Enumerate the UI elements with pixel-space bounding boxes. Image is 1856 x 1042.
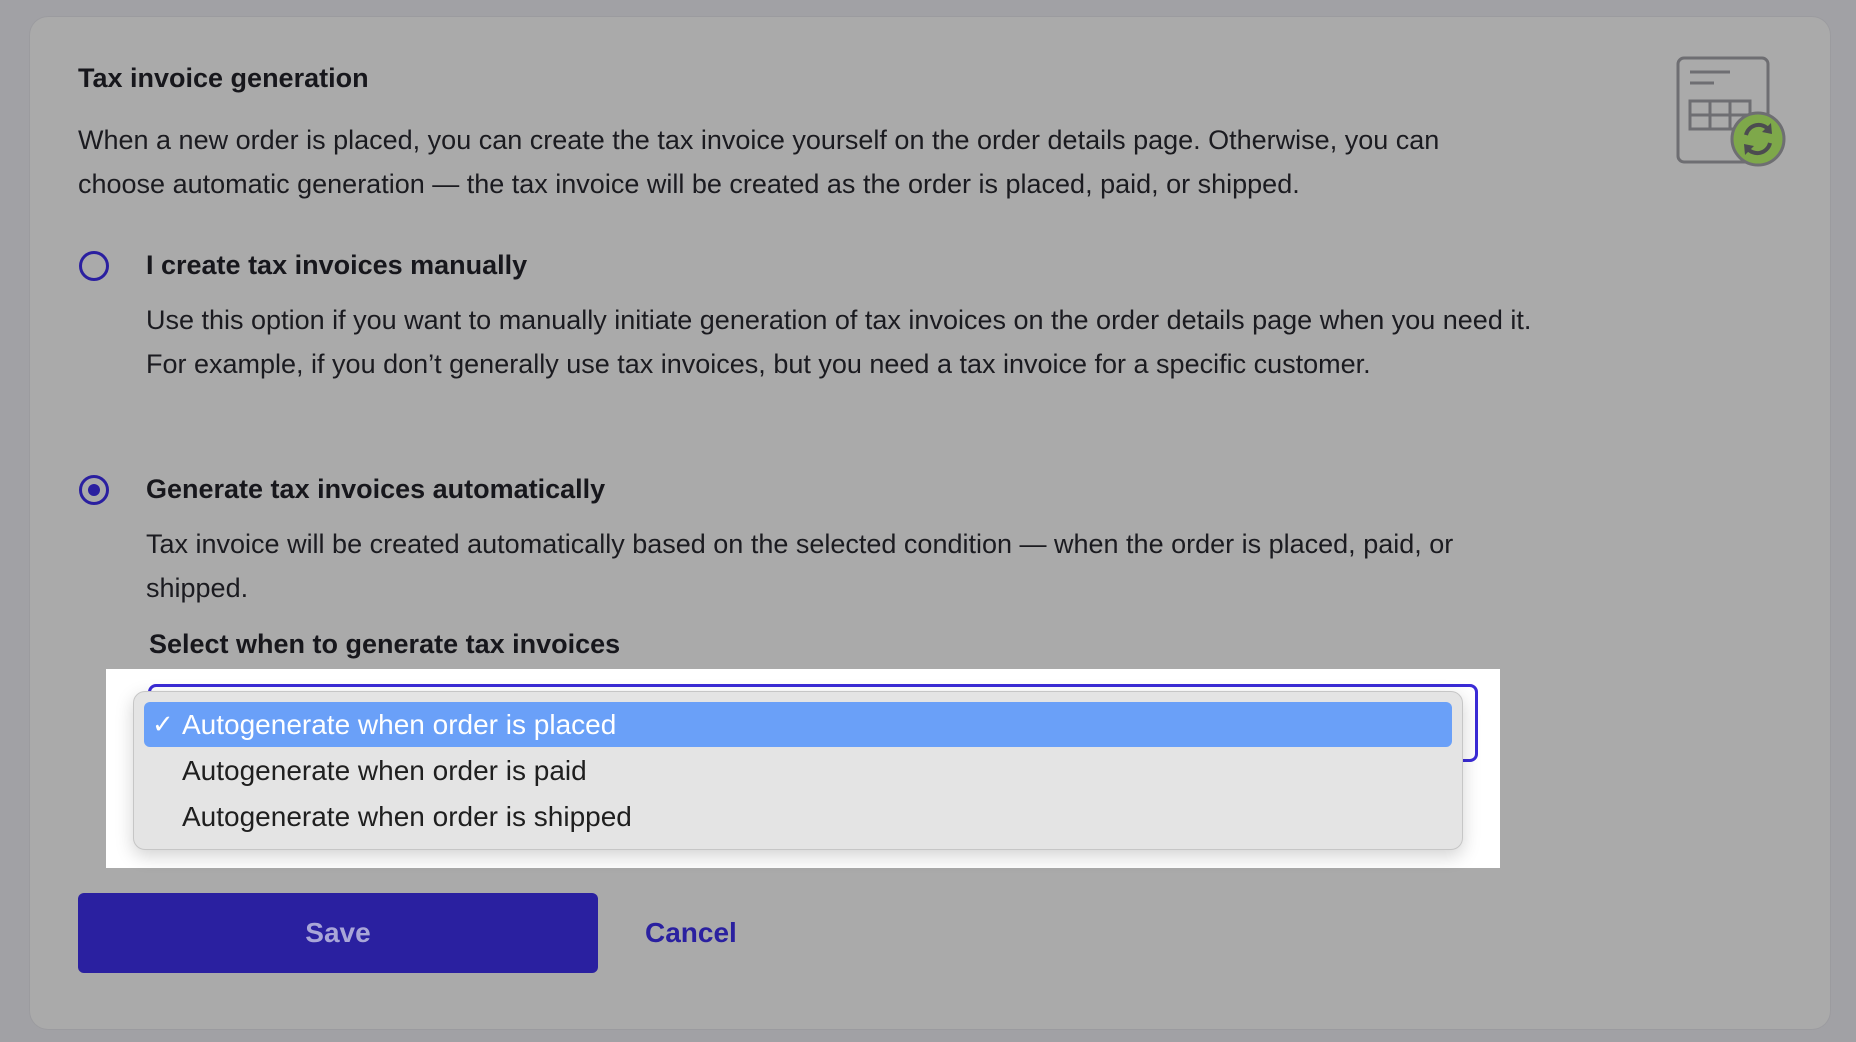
- menu-item-placed[interactable]: ✓ Autogenerate when order is placed: [144, 702, 1452, 747]
- option-automatic-description: Tax invoice will be created automaticall…: [146, 529, 1454, 603]
- menu-item-label: Autogenerate when order is shipped: [182, 801, 632, 832]
- cancel-button[interactable]: Cancel: [645, 893, 737, 973]
- menu-item-label: Autogenerate when order is placed: [182, 709, 617, 740]
- select-label: Select when to generate tax invoices: [149, 629, 621, 659]
- section-description: When a new order is placed, you can crea…: [78, 125, 1440, 199]
- radio-automatic[interactable]: [79, 475, 109, 505]
- menu-item-label: Autogenerate when order is paid: [182, 755, 587, 786]
- option-manual-description: Use this option if you want to manually …: [146, 305, 1532, 379]
- option-automatic-label[interactable]: Generate tax invoices automatically: [146, 474, 605, 505]
- checkmark-icon: ✓: [152, 709, 174, 739]
- option-manual-label[interactable]: I create tax invoices manually: [146, 250, 527, 281]
- radio-manual[interactable]: [79, 251, 109, 281]
- settings-card: Tax invoice generation When a new order …: [30, 17, 1830, 1029]
- menu-item-paid[interactable]: Autogenerate when order is paid: [144, 748, 1452, 793]
- invoice-refresh-icon: [1674, 55, 1794, 175]
- radio-selected-dot: [88, 484, 100, 496]
- save-button[interactable]: Save: [78, 893, 598, 973]
- menu-item-shipped[interactable]: Autogenerate when order is shipped: [144, 794, 1452, 839]
- dropdown-menu: ✓ Autogenerate when order is placed Auto…: [133, 691, 1463, 850]
- section-title: Tax invoice generation: [78, 63, 369, 93]
